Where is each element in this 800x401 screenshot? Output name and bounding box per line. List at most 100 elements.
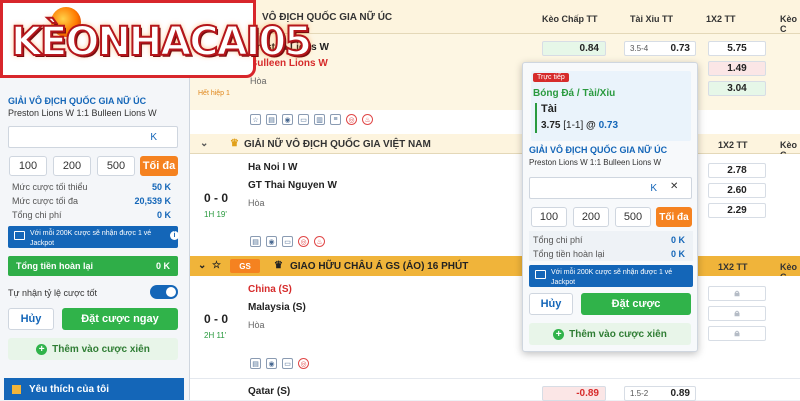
popup-jackpot-promo: Với mỗi 200K cược sẽ nhận được 1 vé Jack… — [529, 265, 693, 287]
popup-stake-input[interactable]: K — [529, 177, 692, 199]
favorites-bar[interactable]: Yêu thích của tôi — [4, 378, 184, 400]
add-parlay-button[interactable]: + Thêm vào cược xiên — [8, 338, 178, 360]
x12-draw-2[interactable]: 2.29 — [708, 203, 766, 218]
tv-icon[interactable]: ▭ — [282, 236, 293, 247]
col-extra: Kèo C — [780, 14, 798, 34]
x12-draw-1[interactable]: 3.04 — [708, 81, 766, 96]
place-bet-button[interactable]: Đặt cược ngay — [62, 308, 178, 330]
fire-icon[interactable]: ♨ — [314, 236, 325, 247]
jackpot-promo: Với mỗi 200K cược sẽ nhận được 1 vé Jack… — [8, 226, 178, 248]
selection-detail: 3.75 [1-1] @ 0.73 — [541, 120, 618, 131]
score-3: 0 - 0 — [204, 312, 229, 326]
watch-icon[interactable]: ◉ — [282, 114, 293, 125]
x12-away-2[interactable]: 2.60 — [708, 183, 766, 198]
stake-input[interactable]: K — [8, 126, 178, 148]
away-team-3[interactable]: Malaysia (S) — [248, 302, 306, 313]
popup-add-parlay-button[interactable]: + Thêm vào cược xiên — [529, 323, 691, 345]
popup-add-parlay-label: Thêm vào cược xiên — [569, 328, 667, 340]
gs-badge: GS — [230, 259, 260, 273]
away-team-2[interactable]: GT Thai Nguyen W — [248, 180, 337, 191]
target-icon[interactable]: ◎ — [346, 114, 357, 125]
score-2: 0 - 0 — [204, 191, 229, 205]
cancel-button[interactable]: Hủy — [8, 308, 54, 330]
ou-over-4: 0.89 — [670, 388, 690, 399]
home-team-2[interactable]: Ha Noi I W — [248, 162, 297, 173]
star-outline-icon[interactable]: ☆ — [250, 114, 261, 125]
league-name-3: GIAO HỮU CHÂU Á GS (ẢO) 16 PHÚT — [290, 261, 469, 272]
collapse-icon[interactable]: ⌄ — [198, 260, 206, 271]
live-tag: Trực tiếp — [533, 73, 569, 82]
ou-odds-4[interactable]: 1.5-2 0.89 — [624, 386, 696, 401]
popup-total-cost-value: 0 K — [670, 235, 685, 245]
x12-home-2[interactable]: 2.78 — [708, 163, 766, 178]
popup-max-button[interactable]: Tối đa — [656, 207, 692, 227]
popup-amount-500[interactable]: 500 — [615, 207, 651, 227]
min-bet-label: Mức cược tối thiểu — [12, 182, 88, 192]
info-icon[interactable]: i — [170, 231, 179, 240]
tv-icon[interactable]: ▭ — [282, 358, 293, 369]
site-logo[interactable]: KÈONHACAI05 — [0, 0, 313, 78]
popup-match: Preston Lions W 1:1 Bulleen Lions W — [529, 158, 662, 167]
refund-label: Tổng tiền hoàn lại — [16, 261, 93, 271]
market-label: Bóng Đá / Tài/Xỉu — [533, 88, 616, 99]
amount-200-button[interactable]: 200 — [53, 156, 91, 176]
watch-icon[interactable]: ◉ — [266, 236, 277, 247]
home-team-3[interactable]: China (S) — [248, 284, 292, 295]
max-bet-label: Mức cược tối đa — [12, 196, 78, 206]
time-3: 2H 11' — [204, 331, 227, 340]
target-icon[interactable]: ◎ — [298, 236, 309, 247]
popup-amount-200[interactable]: 200 — [573, 207, 609, 227]
ou-line-4: 1.5-2 — [630, 389, 649, 398]
refund-bar: Tổng tiền hoàn lại 0 K — [8, 256, 178, 276]
chart-icon[interactable]: ▥ — [314, 114, 325, 125]
auto-accept-label: Tự nhận tỷ lệ cược tốt — [8, 288, 97, 298]
popup-cancel-button[interactable]: Hủy — [529, 293, 573, 315]
watch-icon[interactable]: ◉ — [266, 358, 277, 369]
refund-value: 0 K — [155, 261, 170, 271]
total-cost-value: 0 K — [156, 210, 171, 220]
league-header-2[interactable]: ⌄ ♛ GIẢI NỮ VÔ ĐỊCH QUỐC GIA VIỆT NAM — [190, 134, 800, 154]
fire-icon[interactable]: ♨ — [362, 114, 373, 125]
favorites-label: Yêu thích của tôi — [29, 383, 110, 395]
handicap-odds-1[interactable]: 0.84 — [542, 41, 606, 56]
list-icon[interactable]: ≡ — [330, 114, 341, 125]
stats-icon[interactable]: ▤ — [250, 358, 261, 369]
x12-away-1[interactable]: 1.49 — [708, 61, 766, 76]
col-1x2-2: 1X2 TT — [718, 140, 748, 150]
auto-accept-toggle[interactable] — [150, 285, 178, 299]
stats-icon[interactable]: ▤ — [250, 236, 261, 247]
selection-name: Tài — [541, 103, 557, 115]
draw-label-2: Hòa — [248, 198, 265, 208]
draw-label-3: Hòa — [248, 320, 265, 330]
selection-bar — [535, 103, 537, 133]
jackpot-promo-text: Với mỗi 200K cược sẽ nhận được 1 vé Jack… — [30, 230, 152, 247]
tv-icon[interactable]: ▭ — [298, 114, 309, 125]
star-outline-icon[interactable]: ☆ — [212, 260, 221, 271]
league-header-3[interactable]: ⌄ ☆ GS ♛ GIAO HỮU CHÂU Á GS (ẢO) 16 PHÚT — [190, 256, 800, 276]
plus-circle-icon: + — [36, 343, 48, 355]
col-overunder: Tài Xỉu TT — [630, 14, 674, 24]
home-team-4[interactable]: Qatar (S) — [248, 386, 290, 397]
max-amount-button[interactable]: Tối đa — [140, 156, 178, 176]
amount-500-button[interactable]: 500 — [97, 156, 135, 176]
ou-odds-1[interactable]: 3.5-4 0.73 — [624, 41, 696, 56]
league-name-2: GIẢI NỮ VÔ ĐỊCH QUỐC GIA VIỆT NAM — [244, 139, 431, 150]
popup-amount-100[interactable]: 100 — [531, 207, 567, 227]
x12-home-1[interactable]: 5.75 — [708, 41, 766, 56]
stats-icon[interactable]: ▤ — [266, 114, 277, 125]
amount-100-button[interactable]: 100 — [9, 156, 47, 176]
add-parlay-label: Thêm vào cược xiên — [52, 343, 150, 355]
handicap-odds-4[interactable]: -0.89 — [542, 386, 606, 401]
popup-place-bet-button[interactable]: Đặt cược — [581, 293, 691, 315]
collapse-icon[interactable]: ⌄ — [200, 138, 208, 149]
betslip-match: Preston Lions W 1:1 Bulleen Lions W — [8, 108, 157, 118]
col-1x2-3: 1X2 TT — [718, 262, 748, 272]
star-icon — [12, 384, 21, 394]
match-tools-3: ▤ ◉ ▭ ◎ — [250, 358, 314, 369]
target-icon[interactable]: ◎ — [298, 358, 309, 369]
popup-refund-value: 0 K — [670, 249, 685, 259]
popup-total-cost-label: Tổng chi phí — [533, 235, 583, 245]
ou-line-1: 3.5-4 — [630, 44, 649, 53]
popup-refund-label: Tổng tiền hoàn lại — [533, 249, 605, 259]
close-icon[interactable]: ✕ — [670, 181, 678, 192]
